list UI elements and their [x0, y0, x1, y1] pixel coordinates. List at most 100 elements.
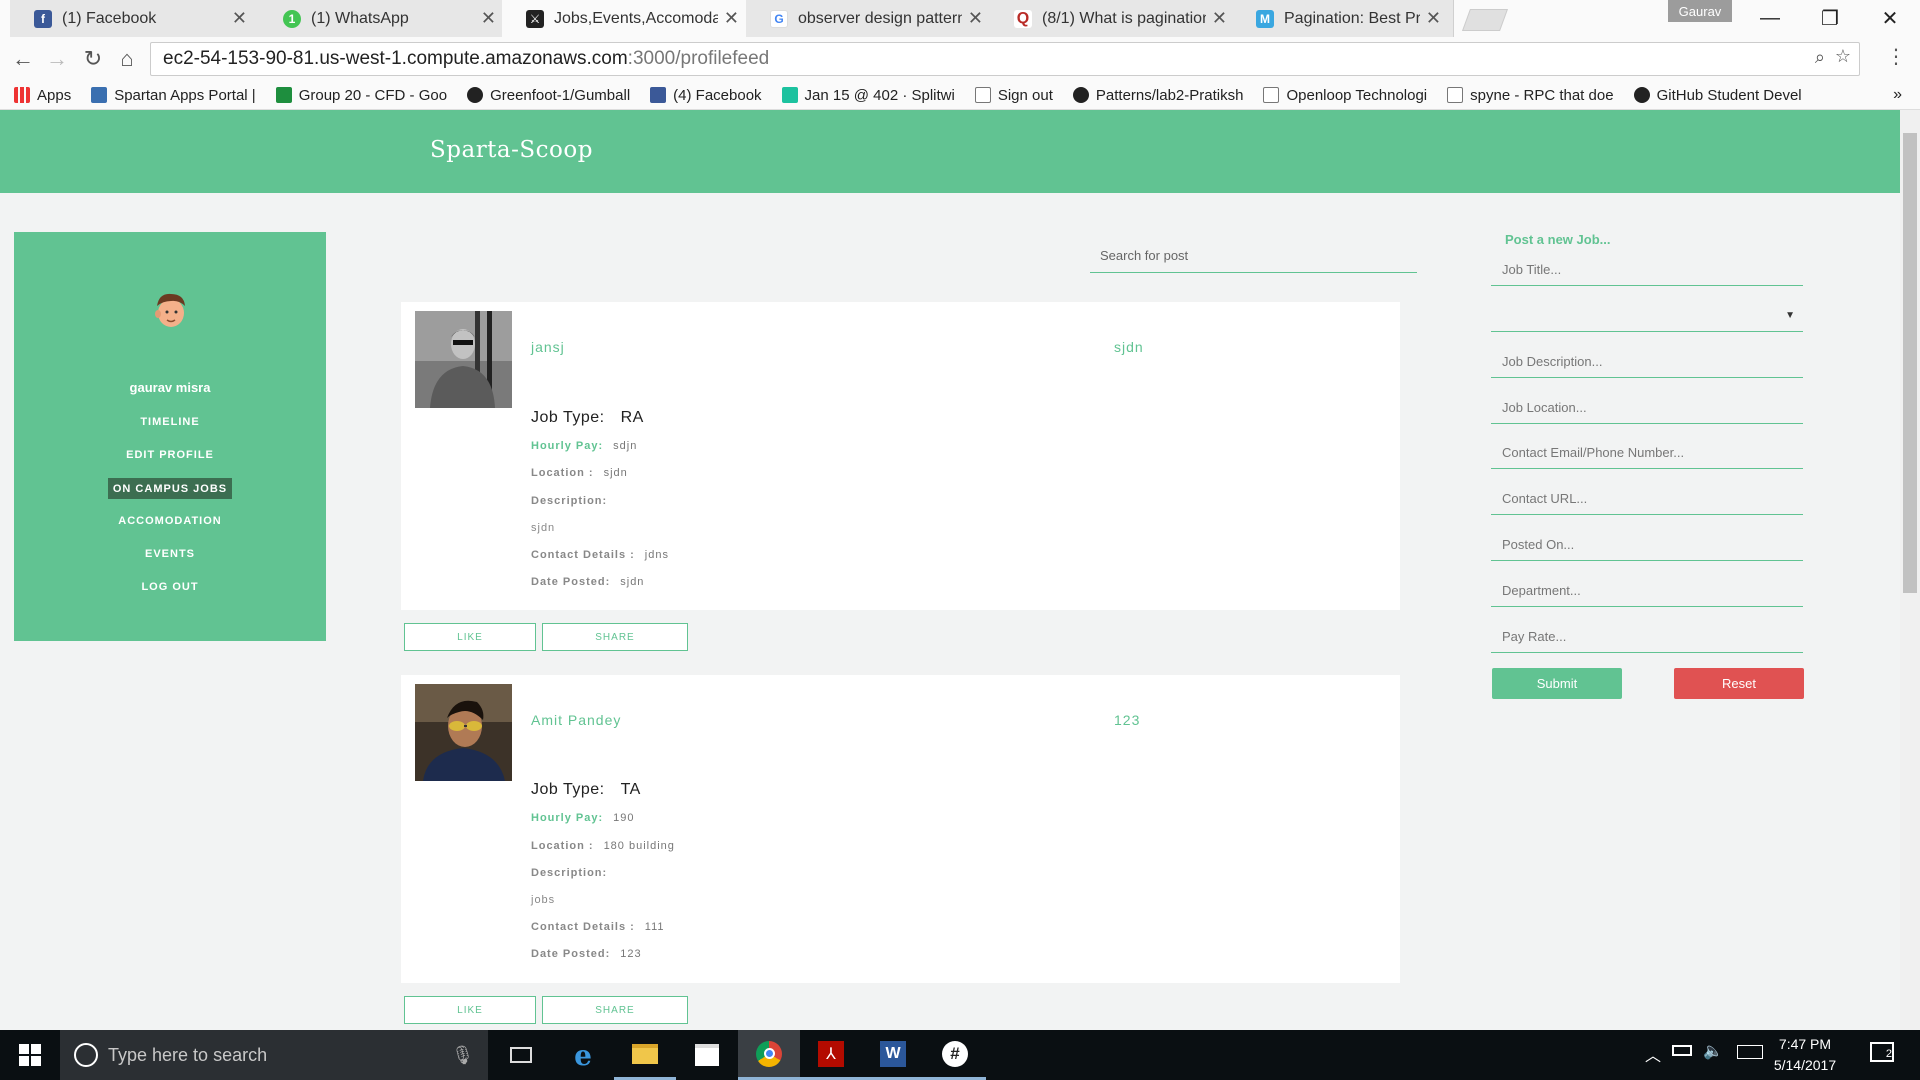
slack-icon[interactable]: # — [924, 1030, 986, 1080]
description-value: jobs — [531, 894, 556, 906]
home-icon[interactable]: ⌂ — [112, 44, 142, 74]
share-button[interactable]: SHARE — [542, 996, 688, 1024]
page-icon — [974, 87, 991, 103]
tab-quora[interactable]: Q (8/1) What is pagination ✕ — [990, 0, 1240, 37]
bookmark-greenfoot[interactable]: Greenfoot-1/Gumball — [467, 87, 630, 104]
bookmark-github-student[interactable]: GitHub Student Devel — [1633, 87, 1802, 104]
post-job-form-title: Post a new Job... — [1505, 232, 1611, 247]
show-hidden-icons[interactable]: ︿ — [1645, 1042, 1661, 1066]
close-tab-icon[interactable]: ✕ — [232, 8, 247, 29]
like-button[interactable]: LIKE — [404, 996, 536, 1024]
github-icon — [467, 87, 484, 103]
word-icon[interactable]: W — [862, 1030, 924, 1080]
cortana-icon — [74, 1043, 98, 1067]
search-input[interactable]: Search for post — [1090, 240, 1417, 273]
chrome-icon[interactable] — [738, 1030, 800, 1080]
post-title-value: sjdn — [1114, 339, 1144, 355]
forward-icon[interactable]: → — [42, 44, 72, 74]
job-description-input[interactable]: Job Description... — [1491, 344, 1803, 378]
bookmark-apps[interactable]: Apps — [14, 87, 71, 104]
acrobat-icon[interactable]: ⅄ — [800, 1030, 862, 1080]
job-title-input[interactable]: Job Title... — [1491, 252, 1803, 286]
tab-google-search[interactable]: G observer design pattern ✕ — [746, 0, 996, 37]
store-icon[interactable] — [676, 1030, 738, 1080]
volume-icon[interactable]: 🔈 — [1703, 1041, 1723, 1061]
zoom-icon[interactable]: ⌕ — [1815, 47, 1825, 68]
bookmark-star-icon[interactable]: ☆ — [1835, 46, 1851, 67]
contact-email-phone-input[interactable]: Contact Email/Phone Number... — [1491, 435, 1803, 469]
bookmark-spyne[interactable]: spyne - RPC that doe — [1447, 87, 1614, 104]
close-window-icon[interactable]: ✕ — [1860, 0, 1920, 36]
windows-logo-icon — [19, 1044, 41, 1066]
menu-icon[interactable]: ⋮ — [1886, 44, 1906, 69]
post-author-name[interactable]: Amit Pandey — [531, 712, 621, 728]
job-type: Job Type: TA — [531, 781, 641, 798]
back-icon[interactable]: ← — [8, 44, 38, 74]
post-author-photo — [415, 684, 512, 781]
share-button[interactable]: SHARE — [542, 623, 688, 651]
new-tab-button[interactable] — [1461, 9, 1509, 31]
post-title-value: 123 — [1114, 712, 1141, 728]
tab-jobs-events[interactable]: ⚔ Jobs,Events,Accomodatio ✕ — [502, 0, 752, 37]
posted-on-input[interactable]: Posted On... — [1491, 527, 1803, 561]
post-author-name[interactable]: jansj — [531, 339, 565, 355]
close-tab-icon[interactable]: ✕ — [968, 8, 983, 29]
taskbar-search-input[interactable]: Type here to search 🎙 — [60, 1030, 488, 1080]
scroll-thumb[interactable] — [1903, 133, 1917, 593]
url-host: ec2-54-153-90-81.us-west-1.compute.amazo… — [163, 48, 628, 69]
tab-medium[interactable]: M Pagination: Best Practice ✕ — [1232, 0, 1454, 37]
hourly-pay: Hourly Pay: sdjn — [531, 440, 638, 452]
file-explorer-icon[interactable] — [614, 1030, 676, 1080]
reload-icon[interactable]: ↻ — [78, 44, 108, 74]
reset-button[interactable]: Reset — [1674, 668, 1804, 699]
submit-button[interactable]: Submit — [1492, 668, 1622, 699]
sidebar-item-timeline[interactable]: TIMELINE — [14, 416, 326, 428]
close-tab-icon[interactable]: ✕ — [1212, 8, 1227, 29]
job-type-select[interactable]: ▼ — [1491, 298, 1803, 332]
like-button[interactable]: LIKE — [404, 623, 536, 651]
action-center-icon[interactable]: 2 — [1870, 1042, 1894, 1062]
address-bar[interactable]: ec2-54-153-90-81.us-west-1.compute.amazo… — [150, 42, 1860, 76]
sidebar-item-on-campus-jobs[interactable]: ON CAMPUS JOBS — [108, 478, 232, 499]
bookmark-group20[interactable]: Group 20 - CFD - Goo — [275, 87, 447, 104]
sidebar-item-events[interactable]: EVENTS — [14, 548, 326, 560]
system-clock[interactable]: 7:47 PM 5/14/2017 — [1760, 1034, 1850, 1076]
description-value: sjdn — [531, 522, 556, 534]
sidebar-item-log-out[interactable]: LOG OUT — [14, 581, 326, 593]
sidebar-item-edit-profile[interactable]: EDIT PROFILE — [14, 449, 326, 461]
restore-icon[interactable]: ❐ — [1800, 0, 1860, 36]
bookmark-splitwise[interactable]: Jan 15 @ 402 · Splitwi — [781, 87, 955, 104]
bookmarks-bar: Apps Spartan Apps Portal | Group 20 - CF… — [0, 81, 1920, 110]
close-tab-icon[interactable]: ✕ — [724, 8, 739, 29]
pay-rate-input[interactable]: Pay Rate... — [1491, 619, 1803, 653]
tab-facebook[interactable]: f (1) Facebook ✕ — [10, 0, 260, 37]
avatar — [155, 293, 185, 327]
windows-start-icon[interactable] — [0, 1030, 60, 1080]
post-author-photo — [415, 311, 512, 408]
bookmark-sign-out[interactable]: Sign out — [974, 87, 1053, 104]
minimize-icon[interactable]: — — [1740, 0, 1800, 36]
facebook-icon — [650, 87, 667, 103]
edge-icon[interactable]: e — [552, 1030, 614, 1080]
bookmark-patterns-lab2[interactable]: Patterns/lab2-Pratiksh — [1072, 87, 1243, 104]
app-header — [0, 110, 1900, 193]
job-location-input[interactable]: Job Location... — [1491, 390, 1803, 424]
profile-button[interactable]: Gaurav — [1668, 0, 1732, 22]
close-tab-icon[interactable]: ✕ — [1426, 8, 1441, 29]
bookmark-spartan-portal[interactable]: Spartan Apps Portal | — [91, 87, 256, 104]
sidebar-item-accomodation[interactable]: ACCOMODATION — [14, 515, 326, 527]
apps-grid-icon — [14, 87, 30, 103]
task-view-icon[interactable] — [490, 1030, 552, 1080]
contact-url-input[interactable]: Contact URL... — [1491, 481, 1803, 515]
bookmarks-overflow-icon[interactable]: » — [1893, 86, 1902, 104]
microphone-icon[interactable]: 🎙 — [451, 1045, 474, 1066]
tab-whatsapp[interactable]: 1 (1) WhatsApp ✕ — [259, 0, 509, 37]
sidebar-user-name: gaurav misra — [129, 380, 211, 395]
bookmark-openloop[interactable]: Openloop Technologi — [1263, 87, 1427, 104]
hourly-pay: Hourly Pay: 190 — [531, 812, 635, 824]
bookmark-facebook[interactable]: (4) Facebook — [650, 87, 762, 104]
close-tab-icon[interactable]: ✕ — [481, 8, 496, 29]
battery-icon[interactable] — [1672, 1045, 1692, 1056]
brand-title[interactable]: Sparta-Scoop — [430, 137, 593, 163]
department-input[interactable]: Department... — [1491, 573, 1803, 607]
